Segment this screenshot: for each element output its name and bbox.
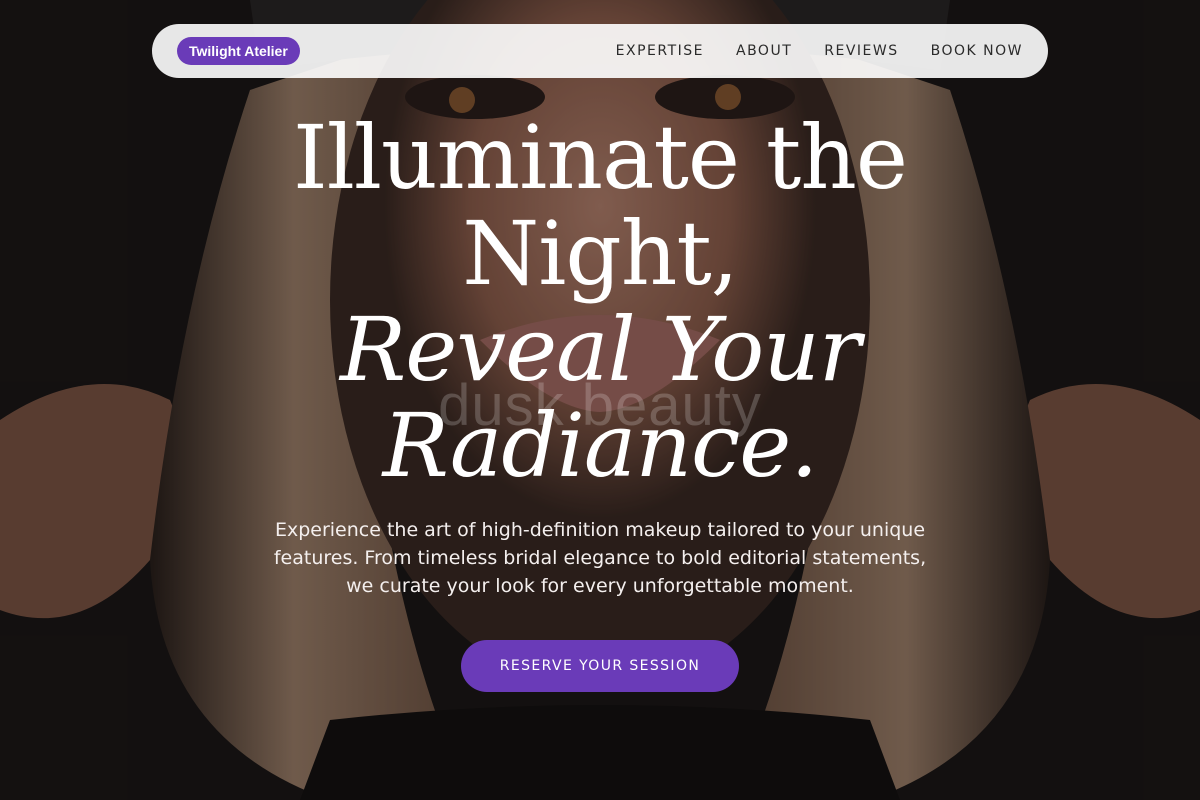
top-navigation-bar: Twilight Atelier EXPERTISE ABOUT REVIEWS… (152, 24, 1048, 78)
headline-line-1: Illuminate the (293, 106, 908, 209)
hero-headline: Illuminate the Night, Reveal Your Radian… (200, 110, 1000, 494)
hero-description: Experience the art of high-definition ma… (273, 519, 927, 597)
nav-link-about[interactable]: ABOUT (736, 43, 792, 59)
headline-line-3: Reveal Your (340, 298, 861, 401)
nav-links: EXPERTISE ABOUT REVIEWS BOOK NOW (616, 43, 1023, 59)
nav-link-book-now[interactable]: BOOK NOW (931, 43, 1023, 59)
headline-line-2: Night, (462, 202, 739, 305)
headline-line-4: Radiance. (382, 394, 819, 497)
nav-link-reviews[interactable]: REVIEWS (824, 43, 898, 59)
brand-logo-link[interactable]: Twilight Atelier (177, 37, 300, 65)
reserve-session-button[interactable]: RESERVE YOUR SESSION (461, 640, 739, 692)
nav-link-expertise[interactable]: EXPERTISE (616, 43, 704, 59)
